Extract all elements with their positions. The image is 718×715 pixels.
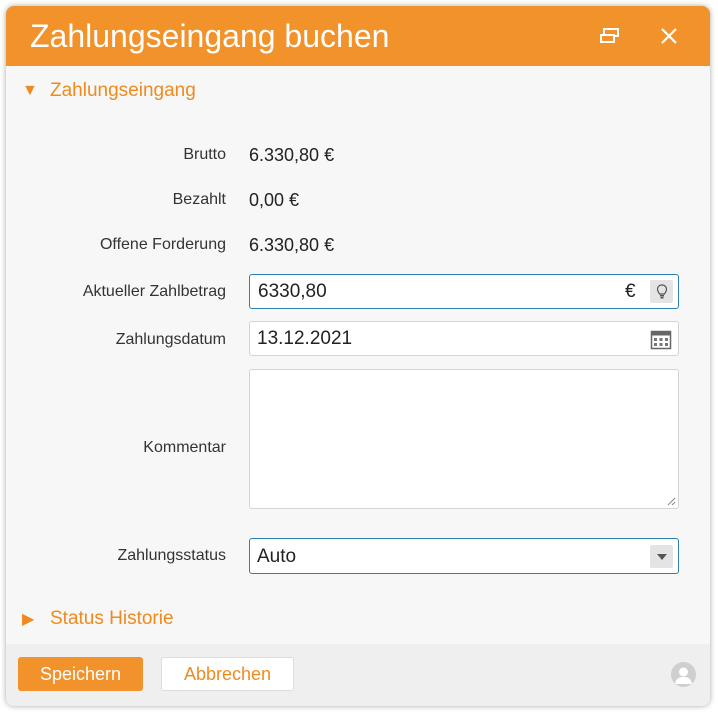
dialog-title: Zahlungseingang buchen (30, 18, 390, 54)
zahlungsdatum-label: Zahlungsdatum (115, 331, 226, 348)
bezahlt-value: 0,00 € (249, 190, 300, 210)
zahlungsstatus-value: Auto (257, 546, 297, 567)
dialog-titlebar: Zahlungseingang buchen (6, 6, 710, 66)
zahlbetrag-value: 6330,80 (258, 281, 327, 302)
kommentar-label: Kommentar (143, 439, 226, 456)
zahlungsstatus-select[interactable]: Auto (249, 538, 679, 574)
zahlungsstatus-label: Zahlungsstatus (117, 547, 226, 564)
user-icon[interactable] (671, 662, 696, 687)
offene-forderung-value: 6.330,80 € (249, 235, 335, 255)
brutto-label: Brutto (183, 146, 226, 163)
restore-window-icon (600, 28, 619, 43)
close-button[interactable] (653, 20, 685, 52)
zahlungsdatum-value: 13.12.2021 (257, 328, 353, 349)
section-status-historie-label: Status Historie (50, 608, 174, 629)
save-button[interactable]: Speichern (18, 657, 143, 691)
calendar-icon (650, 330, 672, 350)
resize-handle-icon[interactable] (666, 496, 676, 506)
currency-symbol: € (625, 281, 636, 302)
bezahlt-label: Bezahlt (172, 191, 226, 208)
triangle-right-icon: ▶ (22, 611, 35, 628)
user-silhouette (675, 667, 692, 684)
dropdown-arrow-icon (656, 553, 667, 560)
offene-forderung-label: Offene Forderung (99, 236, 226, 253)
calendar-button[interactable] (650, 329, 672, 351)
zahlbetrag-label: Aktueller Zahlbetrag (82, 283, 226, 300)
suggest-amount-button[interactable] (650, 280, 673, 303)
close-icon (661, 28, 677, 44)
restore-window-button[interactable] (594, 20, 626, 52)
brutto-value: 6.330,80 € (249, 145, 335, 165)
payment-dialog: Zahlungseingang buchen ▼ Zahlungseingang… (6, 6, 710, 706)
dialog-footer: Speichern Abbrechen (6, 644, 710, 706)
lightbulb-icon (656, 283, 667, 298)
section-zahlungseingang-toggle[interactable]: ▼ Zahlungseingang (22, 80, 196, 102)
zahlungsstatus-dropdown-button[interactable] (650, 545, 673, 568)
cancel-button[interactable]: Abbrechen (161, 657, 294, 691)
section-zahlungseingang-label: Zahlungseingang (50, 80, 196, 101)
zahlungsdatum-input[interactable]: 13.12.2021 (249, 321, 679, 356)
zahlbetrag-input[interactable]: 6330,80 € (249, 274, 679, 309)
section-status-historie-toggle[interactable]: ▶ Status Historie (22, 608, 174, 630)
kommentar-textarea[interactable] (249, 369, 679, 509)
triangle-down-icon: ▼ (22, 82, 38, 99)
